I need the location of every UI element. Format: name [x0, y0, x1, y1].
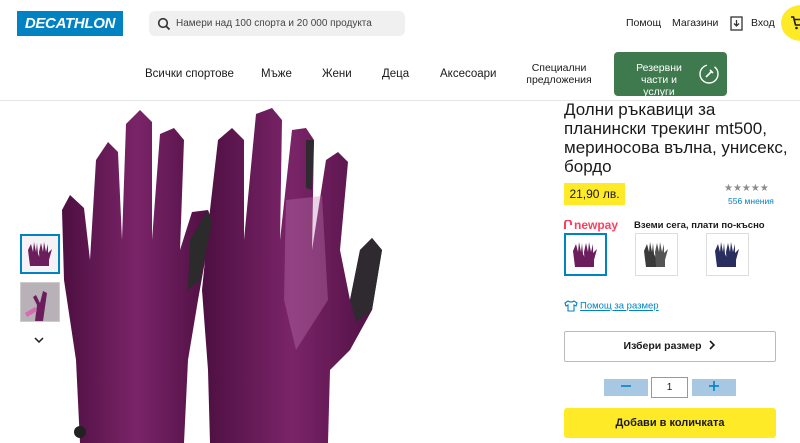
product-title: Долни ръкавици за планински трекинг mt50…	[564, 100, 788, 176]
color-swatch-black[interactable]	[635, 233, 678, 276]
stores-link[interactable]: Магазини	[672, 17, 718, 29]
spare-parts-button[interactable]: Резервни части и услуги	[614, 52, 727, 98]
user-icon[interactable]	[730, 16, 743, 31]
minus-icon	[621, 385, 631, 387]
product-main-image[interactable]	[60, 100, 500, 443]
search-bar[interactable]: Намери над 100 спорта и 20 000 продукта	[149, 11, 405, 36]
color-swatch-navy[interactable]	[706, 233, 749, 276]
quantity-decrease-button[interactable]	[604, 379, 648, 396]
login-link[interactable]: Вход	[751, 17, 775, 29]
newpay-logo-text: newpay	[574, 218, 619, 232]
cart-icon	[791, 16, 800, 30]
thumbnail-2[interactable]	[20, 282, 60, 322]
chevron-down-icon[interactable]	[33, 336, 45, 344]
choose-size-button[interactable]: Избери размер	[564, 331, 776, 362]
decathlon-logo[interactable]: DECATHLON	[17, 11, 123, 36]
nav-special-line2: предложения	[526, 74, 592, 86]
help-link[interactable]: Помощ	[626, 17, 661, 29]
quantity-input[interactable]: 1	[651, 377, 688, 398]
header: DECATHLON Намери над 100 спорта и 20 000…	[0, 0, 800, 101]
spare-parts-label: Резервни части и услуги	[624, 62, 694, 98]
size-help-text: Помощ за размер	[580, 300, 659, 312]
thumbnail-1[interactable]	[20, 234, 60, 274]
spare-line1: Резервни	[636, 62, 682, 74]
nav-men[interactable]: Мъже	[261, 68, 292, 80]
chevron-right-icon	[709, 340, 716, 350]
reviews-link[interactable]: 556 мнения	[728, 196, 774, 206]
choose-size-label: Избери размер	[623, 340, 702, 352]
nav-kids[interactable]: Деца	[382, 68, 409, 80]
add-to-cart-button[interactable]: Добави в количката	[564, 408, 776, 438]
rating-stars: ★★★★★	[724, 183, 769, 194]
newpay-text: Вземи сега, плати по-късно	[634, 220, 765, 231]
nav-special-line1: Специални	[531, 62, 587, 74]
newpay-logo: newpay	[564, 218, 618, 232]
rating-stars-text: ★★★★★	[724, 183, 769, 194]
nav-accessories[interactable]: Аксесоари	[440, 68, 496, 80]
quantity-increase-button[interactable]	[692, 379, 736, 396]
nav-special-offers[interactable]: Специални предложения	[522, 62, 596, 86]
color-swatch-bordeaux[interactable]	[564, 233, 607, 276]
nav-all-sports[interactable]: Всички спортове	[145, 68, 234, 80]
newpay-icon	[564, 219, 572, 229]
spare-line2: части и услуги	[640, 74, 678, 98]
price-badge: 21,90 лв.	[564, 183, 625, 205]
nav-women[interactable]: Жени	[322, 68, 352, 80]
plus-icon	[709, 381, 719, 391]
thumbnail-list	[20, 234, 60, 330]
tshirt-icon	[564, 300, 578, 312]
size-help-link[interactable]: Помощ за размер	[564, 300, 659, 312]
search-icon	[157, 17, 171, 31]
cart-button[interactable]	[781, 5, 800, 41]
wrench-cycle-icon	[699, 64, 719, 84]
search-input[interactable]: Намери над 100 спорта и 20 000 продукта	[176, 11, 372, 36]
